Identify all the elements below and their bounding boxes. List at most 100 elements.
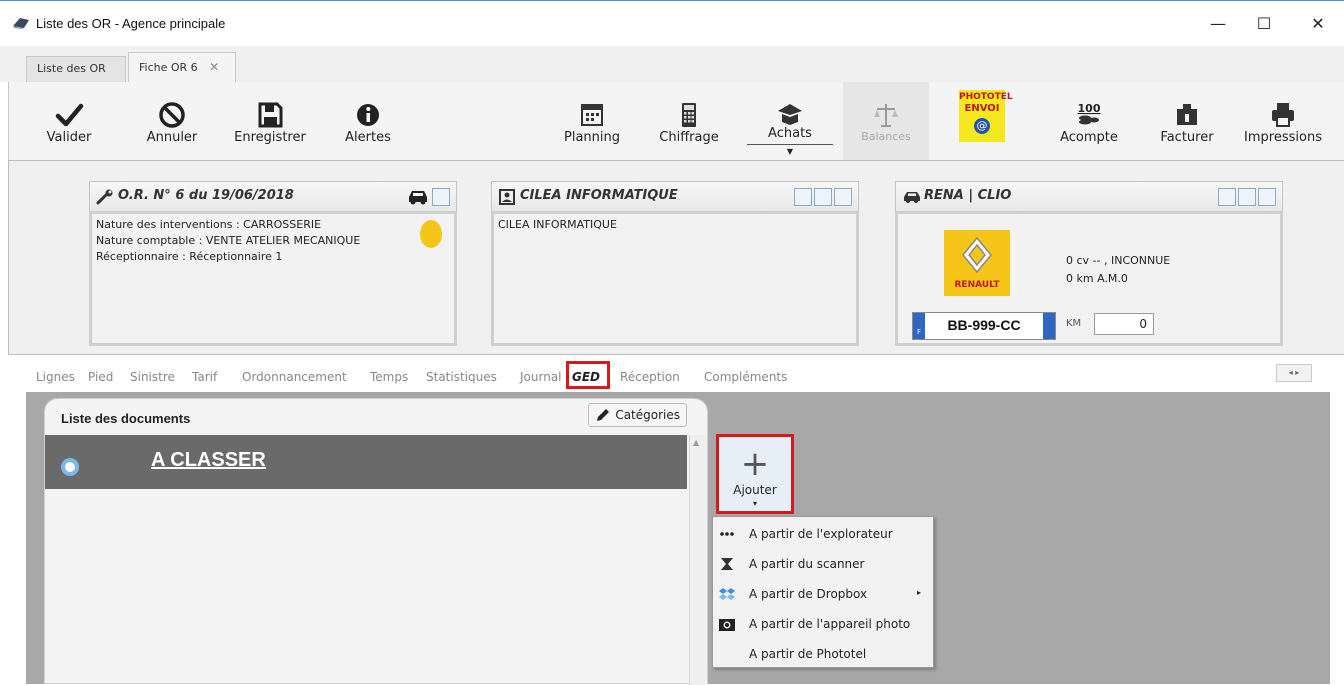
close-tab-icon[interactable]: ✕ — [209, 60, 219, 74]
km-label: KM — [1066, 318, 1082, 329]
client-name: CILEA INFORMATIQUE — [498, 218, 617, 231]
enregistrer-button[interactable]: Enregistrer — [225, 82, 315, 160]
menu-item-scanner[interactable]: A partir du scanner — [713, 549, 933, 579]
menu-item-explorateur[interactable]: A partir de l'explorateur — [713, 519, 933, 549]
menu-item-dropbox[interactable]: A partir de Dropbox ▸ — [713, 579, 933, 609]
planning-button[interactable]: Planning — [557, 82, 627, 160]
chevron-down-icon: ▼ — [786, 147, 794, 156]
vehicle-panel-actions — [1218, 188, 1276, 206]
client-panel-actions — [794, 188, 852, 206]
contact-card-icon — [499, 189, 515, 205]
phototel-envoi-button[interactable]: PHOTOTEL ENVOI @ — [951, 82, 1013, 160]
tab-journal[interactable]: Journal — [520, 370, 562, 384]
minimize-button[interactable]: — — [1198, 11, 1238, 37]
title-bar: Liste des OR - Agence principale — ☐ ✕ — [0, 0, 1344, 46]
folder-marker-icon — [61, 458, 79, 476]
tab-lignes[interactable]: Lignes — [36, 370, 75, 384]
maximize-button[interactable]: ☐ — [1244, 11, 1284, 37]
nature-interventions: Nature des interventions : CARROSSERIE — [96, 218, 322, 231]
tab-temps[interactable]: Temps — [370, 370, 408, 384]
dropbox-icon — [719, 588, 735, 600]
document-tabs: Liste des OR Fiche OR 6 ✕ — [0, 46, 1344, 82]
achats-button[interactable]: Achats ▼ — [743, 82, 837, 160]
tab-sinistre[interactable]: Sinistre — [130, 370, 175, 384]
renault-diamond-icon — [962, 236, 992, 274]
tab-label: Liste des OR — [37, 62, 106, 75]
client-panel-header: CILEA INFORMATIQUE — [491, 181, 859, 211]
tab-pied[interactable]: Pied — [88, 370, 113, 384]
vehicle-km: 0 km A.M.0 — [1066, 272, 1128, 285]
app-icon — [13, 18, 29, 29]
checklist-icon[interactable] — [432, 188, 450, 206]
tab-ordonnancement[interactable]: Ordonnancement — [242, 370, 347, 384]
client-panel: CILEA INFORMATIQUE CILEA INFORMATIQUE — [491, 181, 859, 346]
brand-name: RENAULT — [954, 280, 1000, 290]
facturer-button[interactable]: Facturer — [1149, 82, 1225, 160]
submenu-arrow-icon: ▸ — [916, 588, 921, 597]
cancel-icon — [159, 102, 185, 128]
receptionnaire: Réceptionnaire : Réceptionnaire 1 — [96, 250, 283, 263]
new-document-icon[interactable] — [794, 188, 812, 206]
acompte-button[interactable]: 100 Acompte — [1047, 82, 1131, 160]
documents-scrollbar[interactable]: ▲ — [689, 435, 707, 685]
folder-label: A CLASSER — [151, 449, 266, 471]
ajouter-label: Ajouter — [733, 483, 777, 497]
achats-label: Achats — [768, 126, 812, 141]
chevron-down-icon: ▾ — [752, 499, 757, 508]
toolbar: Valider Annuler Enregistrer Alertes Plan… — [8, 82, 1344, 160]
close-window-button[interactable]: ✕ — [1298, 11, 1338, 37]
or-details: Nature des interventions : CARROSSERIE N… — [96, 217, 360, 265]
checklist-icon[interactable] — [814, 188, 832, 206]
tab-statistiques[interactable]: Statistiques — [426, 370, 497, 384]
menu-item-label: A partir du scanner — [749, 557, 865, 571]
categories-button[interactable]: Catégories — [588, 403, 687, 427]
annuler-button[interactable]: Annuler — [137, 82, 207, 160]
folder-a-classer[interactable]: A CLASSER — [45, 435, 687, 489]
tab-scroll-arrows[interactable]: ◂ ▸ — [1276, 364, 1312, 382]
new-document-icon[interactable] — [1218, 188, 1236, 206]
balances-button[interactable]: Balances — [843, 82, 929, 160]
plate-country: F — [913, 313, 925, 339]
impressions-label: Impressions — [1244, 130, 1322, 145]
planning-label: Planning — [564, 130, 620, 145]
menu-item-label: A partir de l'appareil photo — [749, 617, 911, 631]
vehicle-power: 0 cv -- , INCONNUE — [1066, 254, 1171, 267]
filter-icon[interactable] — [834, 188, 852, 206]
plus-icon: + — [740, 444, 770, 484]
ajouter-menu: A partir de l'explorateur A partir du sc… — [712, 516, 934, 668]
menu-item-appareil-photo[interactable]: A partir de l'appareil photo — [713, 609, 933, 639]
scroll-up-icon[interactable]: ▲ — [693, 438, 699, 447]
facturer-label: Facturer — [1160, 130, 1214, 145]
at-sign-icon: @ — [974, 118, 990, 134]
or-panel-actions — [406, 188, 450, 206]
menu-item-phototel[interactable]: A partir de Phototel — [713, 639, 933, 669]
checklist-icon[interactable] — [1238, 188, 1256, 206]
car-icon — [904, 192, 920, 203]
ajouter-button[interactable]: + Ajouter ▾ — [716, 434, 794, 514]
or-panel: O.R. N° 6 du 19/06/2018 Nature des inter… — [89, 181, 457, 346]
phototel-line1: PHOTOTEL — [959, 92, 1013, 102]
alertes-button[interactable]: Alertes — [333, 82, 403, 160]
tab-complements[interactable]: Compléments — [704, 370, 787, 384]
annuler-label: Annuler — [146, 130, 198, 145]
chiffrage-button[interactable]: Chiffrage — [649, 82, 729, 160]
menu-item-label: A partir de Dropbox — [749, 587, 868, 601]
info-icon — [357, 104, 379, 126]
tab-reception[interactable]: Réception — [620, 370, 680, 384]
car-icon[interactable] — [406, 188, 430, 206]
tab-tarif[interactable]: Tarif — [192, 370, 217, 384]
tab-liste-des-or[interactable]: Liste des OR — [26, 56, 126, 82]
chiffrage-label: Chiffrage — [659, 130, 719, 145]
tab-fiche-or[interactable]: Fiche OR 6 ✕ — [128, 52, 236, 82]
info-area: O.R. N° 6 du 19/06/2018 Nature des inter… — [8, 160, 1344, 355]
valider-label: Valider — [46, 130, 92, 145]
impressions-button[interactable]: Impressions — [1237, 82, 1329, 160]
km-input[interactable]: 0 — [1094, 313, 1154, 335]
plate-number: BB-999-CC — [947, 317, 1021, 333]
phototel-line2: ENVOI — [964, 103, 1000, 114]
camera-icon — [719, 619, 735, 631]
valider-button[interactable]: Valider — [39, 82, 99, 160]
or-panel-title: O.R. N° 6 du 19/06/2018 — [118, 188, 294, 203]
filter-icon[interactable] — [1258, 188, 1276, 206]
achats-underline — [747, 144, 833, 145]
